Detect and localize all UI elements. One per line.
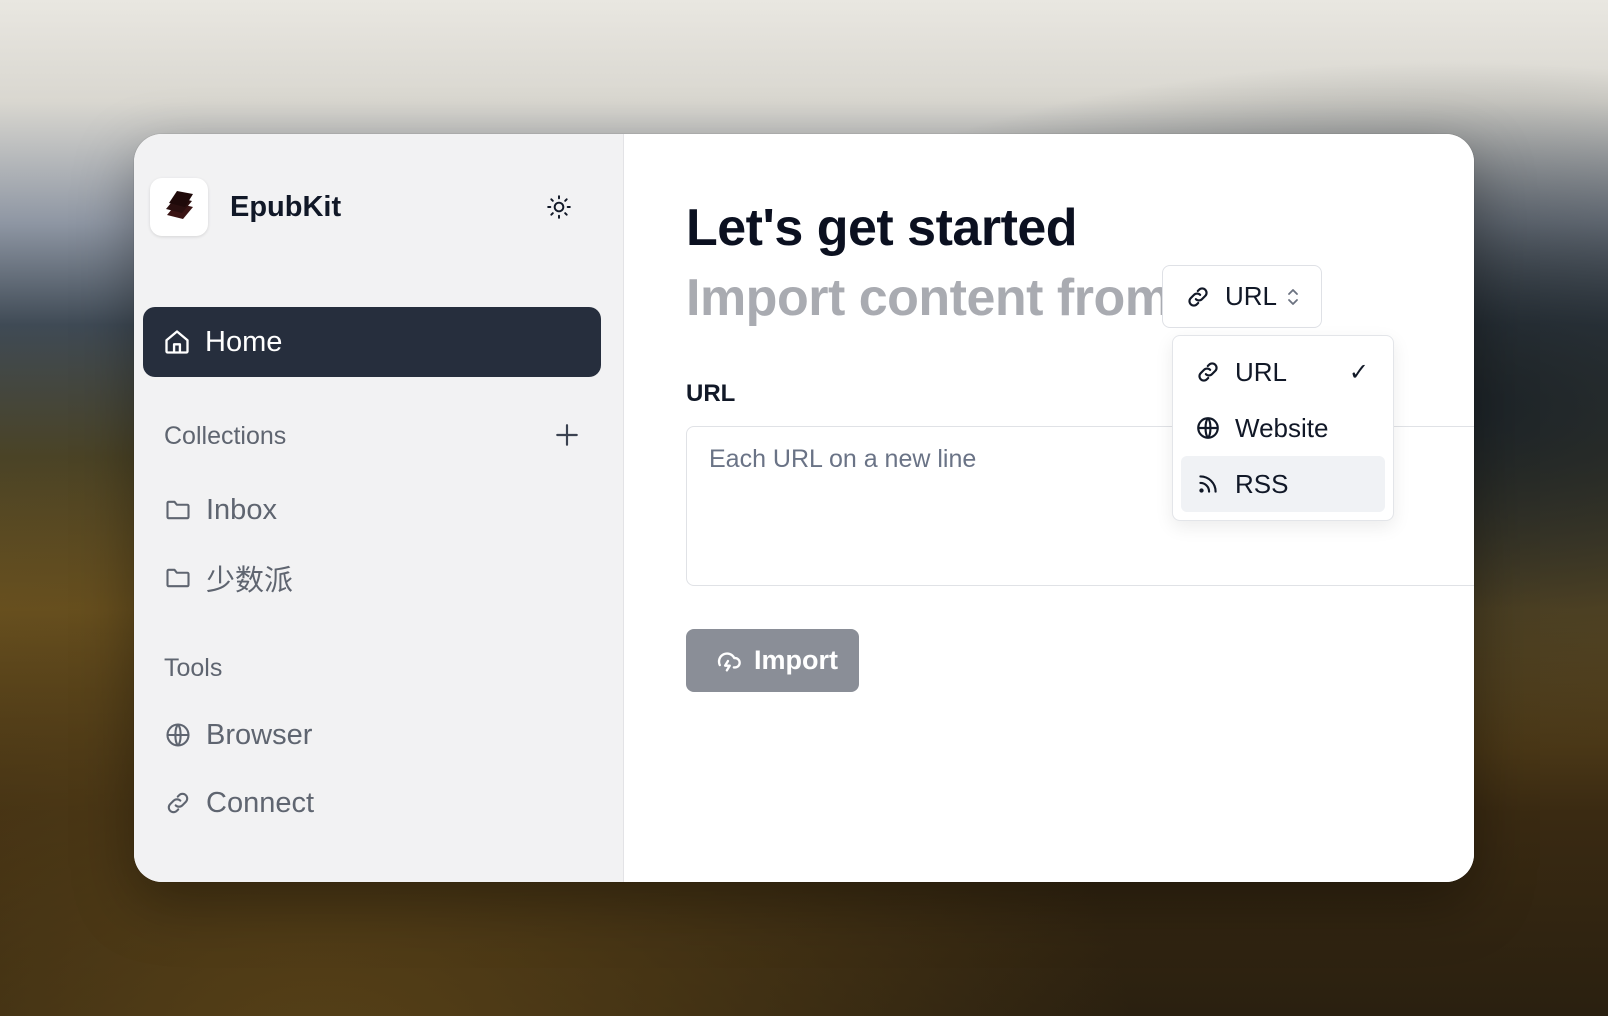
page-subtitle: Import content from [686,269,1171,327]
sidebar-item-label: Inbox [206,493,277,526]
globe-icon [166,723,190,747]
menu-item-label: URL [1235,356,1288,387]
sidebar-item-browser[interactable]: Browser [164,715,312,755]
home-icon [165,330,189,354]
sidebar-item-inbox[interactable]: Inbox [164,490,277,530]
import-button-label: Import [754,645,838,675]
add-collection-button[interactable] [552,420,582,450]
folder-icon [166,568,190,588]
app-logo-icon [150,178,208,236]
app-name: EpubKit [230,190,342,223]
sidebar-item-label: 少数派 [206,565,294,597]
source-select[interactable]: URL [1162,265,1322,328]
menu-item-rss[interactable]: RSS [1181,456,1385,512]
sidebar-item-home[interactable]: Home [143,307,601,377]
menu-item-url[interactable]: URL ✓ [1181,344,1385,400]
source-select-value: URL [1225,281,1278,311]
source-dropdown-menu: URL ✓ Website RSS [1172,335,1394,521]
menu-item-label: RSS [1235,468,1289,499]
link-icon [1198,362,1218,382]
collections-heading: Collections [164,422,287,450]
globe-icon [1197,417,1219,439]
sidebar-item-label: Browser [206,718,313,751]
folder-icon [166,500,190,520]
sidebar-item-label: Connect [206,786,315,819]
url-field-label: URL [686,380,736,407]
sidebar-item-connect[interactable]: Connect [164,783,314,823]
menu-item-label: Website [1235,412,1329,443]
import-button[interactable]: Import [686,629,859,692]
sun-icon [547,195,571,219]
sidebar-item-label: Home [205,325,283,358]
cloud-lightning-icon [717,651,741,671]
link-icon [1188,286,1208,307]
sidebar-item-sspai[interactable]: 少数派 [164,558,293,598]
theme-toggle-button[interactable] [544,192,574,222]
link-icon [167,792,189,814]
menu-item-website[interactable]: Website [1181,400,1385,456]
plus-icon [556,424,578,446]
tools-heading: Tools [164,654,223,682]
brand: EpubKit [150,178,341,236]
checkmark-icon: ✓ [1348,358,1369,386]
rss-icon [1199,475,1217,493]
page-title: Let's get started [686,199,1078,257]
chevron-up-down-icon [1288,288,1298,305]
sidebar: EpubKit Home Collections Inbox 少数派 Tools… [134,134,624,882]
